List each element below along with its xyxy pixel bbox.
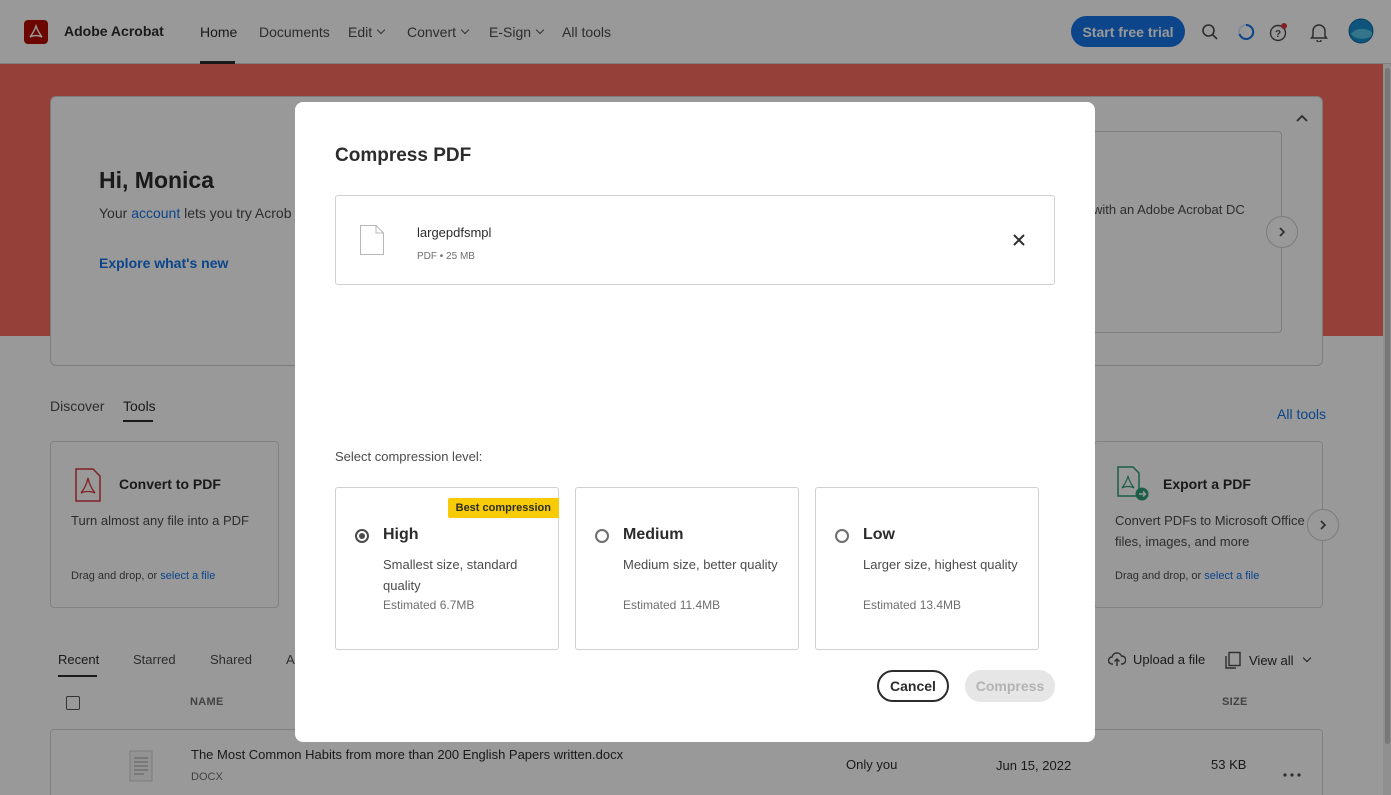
compression-option-low[interactable]: Low Larger size, highest quality Estimat… [815,487,1039,650]
option-estimate: Estimated 13.4MB [863,598,962,612]
option-name: Low [863,526,895,543]
compression-level-label: Select compression level: [335,449,483,464]
selected-file-card: largepdfsmpl PDF • 25 MB [335,195,1055,285]
radio-high[interactable] [355,529,369,543]
option-estimate: Estimated 6.7MB [383,598,475,612]
cancel-button[interactable]: Cancel [877,670,949,702]
compression-option-medium[interactable]: Medium Medium size, better quality Estim… [575,487,799,650]
best-compression-badge: Best compression [447,498,559,518]
compress-pdf-dialog: Compress PDF largepdfsmpl PDF • 25 MB Se… [295,102,1095,742]
option-name: High [383,526,419,543]
option-description: Smallest size, standard quality [383,557,518,593]
option-description: Larger size, highest quality [863,557,1018,572]
file-meta: PDF • 25 MB [417,251,475,262]
radio-medium[interactable] [595,529,609,543]
compress-button[interactable]: Compress [965,670,1055,702]
option-description: Medium size, better quality [623,557,778,572]
radio-low[interactable] [835,529,849,543]
option-estimate: Estimated 11.4MB [623,598,721,612]
option-name: Medium [623,526,684,543]
compression-option-high[interactable]: Best compression High Smallest size, sta… [335,487,559,650]
file-name: largepdfsmpl [417,225,492,240]
file-icon [359,224,385,261]
close-icon[interactable] [1011,232,1027,248]
dialog-title: Compress PDF [335,145,472,166]
